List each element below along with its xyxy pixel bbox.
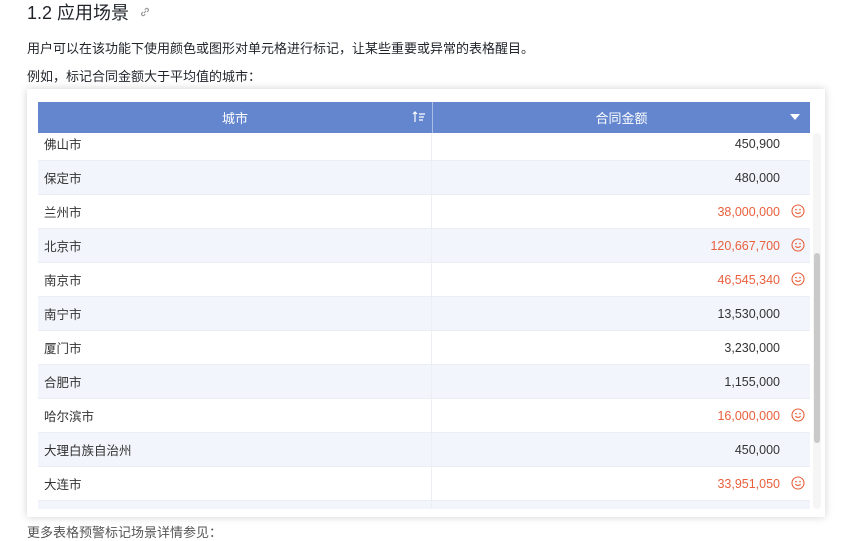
table-row[interactable]: 兰州市 38,000,000: [38, 195, 810, 229]
table-row[interactable]: 南宁市 13,530,000: [38, 297, 810, 331]
scrollbar-thumb[interactable]: [814, 253, 820, 443]
amount-value: 38,000,000: [717, 204, 780, 219]
section-title: 1.2 应用场景: [27, 3, 130, 23]
column-header-amount-label: 合同金额: [595, 111, 648, 126]
city-cell: 南宁市: [38, 297, 432, 330]
table-row[interactable]: 哈尔滨市 16,000,000: [38, 399, 810, 433]
table-card: 城市 合同金额 佛山市 450,900 保定市 480,000 兰州市 38,000,00…: [27, 89, 825, 517]
amount-value: 120,667,700: [710, 238, 780, 253]
table-row[interactable]: 大连市 33,951,050: [38, 467, 810, 501]
table-row[interactable]: 南京市 46,545,340: [38, 263, 810, 297]
sort-icon[interactable]: [412, 110, 426, 124]
link-icon[interactable]: [139, 6, 151, 18]
amount-value: 33,951,050: [717, 476, 780, 491]
amount-cell: 33,951,050: [432, 467, 810, 500]
amount-value: 3,230,000: [724, 340, 780, 355]
table-row[interactable]: 佛山市 450,900: [38, 133, 810, 161]
amount-cell: 16,000,000: [432, 399, 810, 432]
table-row[interactable]: 大理白族自治州 450,000: [38, 433, 810, 467]
city-cell: 保定市: [38, 161, 432, 194]
amount-cell: 13,530,000: [432, 297, 810, 330]
column-header-city[interactable]: 城市: [38, 102, 433, 133]
smile-icon: [791, 408, 805, 422]
smile-icon: [791, 272, 805, 286]
column-header-city-label: 城市: [221, 111, 248, 126]
smile-icon: [791, 476, 805, 490]
table-row[interactable]: 厦门市 3,230,000: [38, 331, 810, 365]
amount-cell: 46,545,340: [432, 263, 810, 296]
table-row[interactable]: 天津市6,000,000: [38, 501, 810, 509]
vertical-scrollbar[interactable]: [813, 133, 821, 509]
amount-cell: 3,230,000: [432, 331, 810, 364]
table-row[interactable]: 合肥市 1,155,000: [38, 365, 810, 399]
table-row[interactable]: 保定市 480,000: [38, 161, 810, 195]
smile-icon: [791, 238, 805, 252]
city-cell: 佛山市: [38, 133, 432, 160]
city-cell: 合肥市: [38, 365, 432, 398]
table-row[interactable]: 北京市 120,667,700: [38, 229, 810, 263]
table-body[interactable]: 佛山市 450,900 保定市 480,000 兰州市 38,000,000 北京市 120,…: [38, 133, 810, 509]
amount-cell: 38,000,000: [432, 195, 810, 228]
city-cell: 南京市: [38, 263, 432, 296]
amount-cell: 6,000,000: [432, 501, 810, 509]
city-cell: 天津市: [38, 501, 432, 509]
dropdown-icon[interactable]: [790, 114, 800, 120]
city-cell: 哈尔滨市: [38, 399, 432, 432]
city-cell: 北京市: [38, 229, 432, 262]
amount-cell: 120,667,700: [432, 229, 810, 262]
city-cell: 大理白族自治州: [38, 433, 432, 466]
example-text: 例如，标记合同金额大于平均值的城市：: [27, 69, 262, 84]
table-header: 城市 合同金额: [38, 102, 810, 133]
city-cell: 厦门市: [38, 331, 432, 364]
more-info-text: 更多表格预警标记场景详情参见：: [27, 525, 223, 540]
city-cell: 兰州市: [38, 195, 432, 228]
smile-icon: [791, 204, 805, 218]
amount-value: 13,530,000: [717, 306, 780, 321]
amount-cell: 480,000: [432, 161, 810, 194]
amount-cell: 450,900: [432, 133, 810, 160]
amount-value: 16,000,000: [717, 408, 780, 423]
amount-value: 480,000: [734, 170, 780, 185]
amount-value: 450,000: [734, 442, 780, 457]
column-header-amount[interactable]: 合同金额: [433, 102, 810, 133]
amount-value: 1,155,000: [724, 374, 780, 389]
amount-value: 46,545,340: [717, 272, 780, 287]
section-heading: 1.2 应用场景: [27, 0, 151, 24]
amount-cell: 1,155,000: [432, 365, 810, 398]
city-cell: 大连市: [38, 467, 432, 500]
amount-value: 450,900: [734, 136, 780, 151]
amount-cell: 450,000: [432, 433, 810, 466]
description-text: 用户可以在该功能下使用颜色或图形对单元格进行标记，让某些重要或异常的表格醒目。: [27, 41, 535, 56]
